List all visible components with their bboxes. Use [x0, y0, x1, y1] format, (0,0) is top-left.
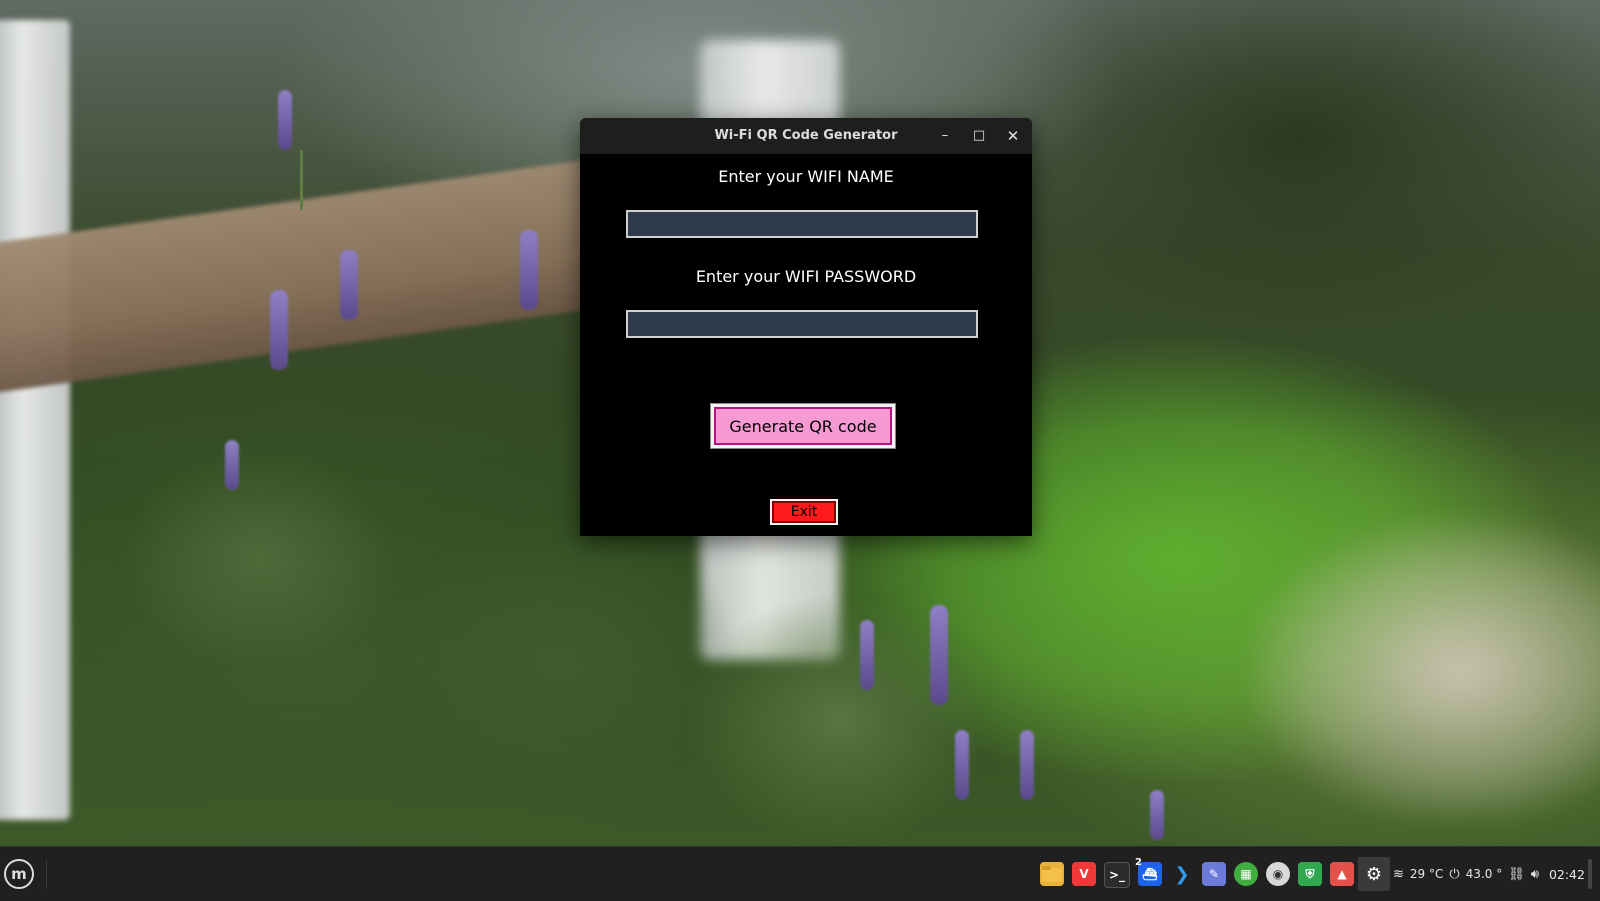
- network-icon[interactable]: ⛓: [1508, 867, 1525, 882]
- taskbar-app-list: V >_ 2 ⛴ ❯ ✎ ▦ ◉ ⛨ ▲ ⚙: [1036, 857, 1390, 891]
- generate-qr-button[interactable]: Generate QR code: [711, 404, 895, 448]
- clock[interactable]: 02:42: [1549, 867, 1585, 882]
- image-viewer-icon[interactable]: ▲: [1330, 862, 1354, 886]
- taskbar-separator: [46, 859, 47, 889]
- linux-mint-menu-icon[interactable]: m: [4, 859, 34, 889]
- weather-temperature[interactable]: 29 °C: [1410, 867, 1443, 881]
- weather-icon[interactable]: ≋: [1393, 867, 1404, 882]
- wifi-password-input[interactable]: [625, 309, 979, 339]
- docker-badge: 2: [1135, 857, 1142, 868]
- lavender-flower: [225, 440, 239, 490]
- docker-icon[interactable]: 2 ⛴: [1135, 857, 1162, 886]
- power-value[interactable]: 43.0 °: [1466, 867, 1503, 881]
- garden-path: [1250, 520, 1600, 820]
- disk-utility-icon[interactable]: ◉: [1266, 862, 1290, 886]
- lavender-flower: [340, 250, 358, 320]
- spreadsheet-icon[interactable]: ▦: [1234, 862, 1258, 886]
- maximize-button[interactable]: □: [969, 126, 989, 146]
- wifi-password-label: Enter your WIFI PASSWORD: [695, 267, 917, 286]
- lavender-flower: [278, 90, 292, 150]
- fence-post: [0, 20, 70, 820]
- lavender-flower: [955, 730, 969, 800]
- vscode-icon[interactable]: ❯: [1170, 862, 1194, 886]
- taskbar: m V >_ 2 ⛴ ❯ ✎ ▦ ◉ ⛨ ▲ ⚙ ≋ 29 °C ⏻ 43.0 °…: [0, 846, 1600, 901]
- app-window: Wi-Fi QR Code Generator – □ ✕ Enter your…: [580, 118, 1032, 536]
- terminal-icon[interactable]: >_: [1104, 862, 1130, 888]
- wifi-name-label: Enter your WIFI NAME: [718, 167, 894, 186]
- lavender-flower: [860, 620, 874, 690]
- form-area: Enter your WIFI NAME Enter your WIFI PAS…: [580, 154, 1032, 536]
- file-manager-icon[interactable]: [1040, 862, 1064, 886]
- window-titlebar[interactable]: Wi-Fi QR Code Generator – □ ✕: [580, 118, 1032, 154]
- security-shield-icon[interactable]: ⛨: [1298, 862, 1322, 886]
- system-tray: ≋ 29 °C ⏻ 43.0 ° ⛓ 🔊︎ 02:42: [1393, 864, 1591, 884]
- flower-stem: [300, 150, 303, 210]
- exit-button[interactable]: Exit: [770, 499, 838, 525]
- close-button[interactable]: ✕: [1003, 126, 1023, 146]
- settings-icon[interactable]: ⚙: [1358, 857, 1390, 891]
- vivaldi-browser-icon[interactable]: V: [1072, 862, 1096, 886]
- lavender-flower: [520, 230, 538, 310]
- lavender-flower: [270, 290, 288, 370]
- lavender-flower: [1150, 790, 1164, 840]
- minimize-button[interactable]: –: [935, 126, 955, 146]
- lavender-flower: [930, 605, 948, 705]
- wifi-name-input[interactable]: [625, 209, 979, 239]
- panel-edge-handle: [1588, 859, 1592, 889]
- window-title: Wi-Fi QR Code Generator: [714, 128, 898, 143]
- power-icon[interactable]: ⏻: [1449, 867, 1459, 882]
- volume-icon[interactable]: 🔊︎: [1531, 867, 1539, 882]
- lavender-flower: [1020, 730, 1034, 800]
- text-editor-icon[interactable]: ✎: [1202, 862, 1226, 886]
